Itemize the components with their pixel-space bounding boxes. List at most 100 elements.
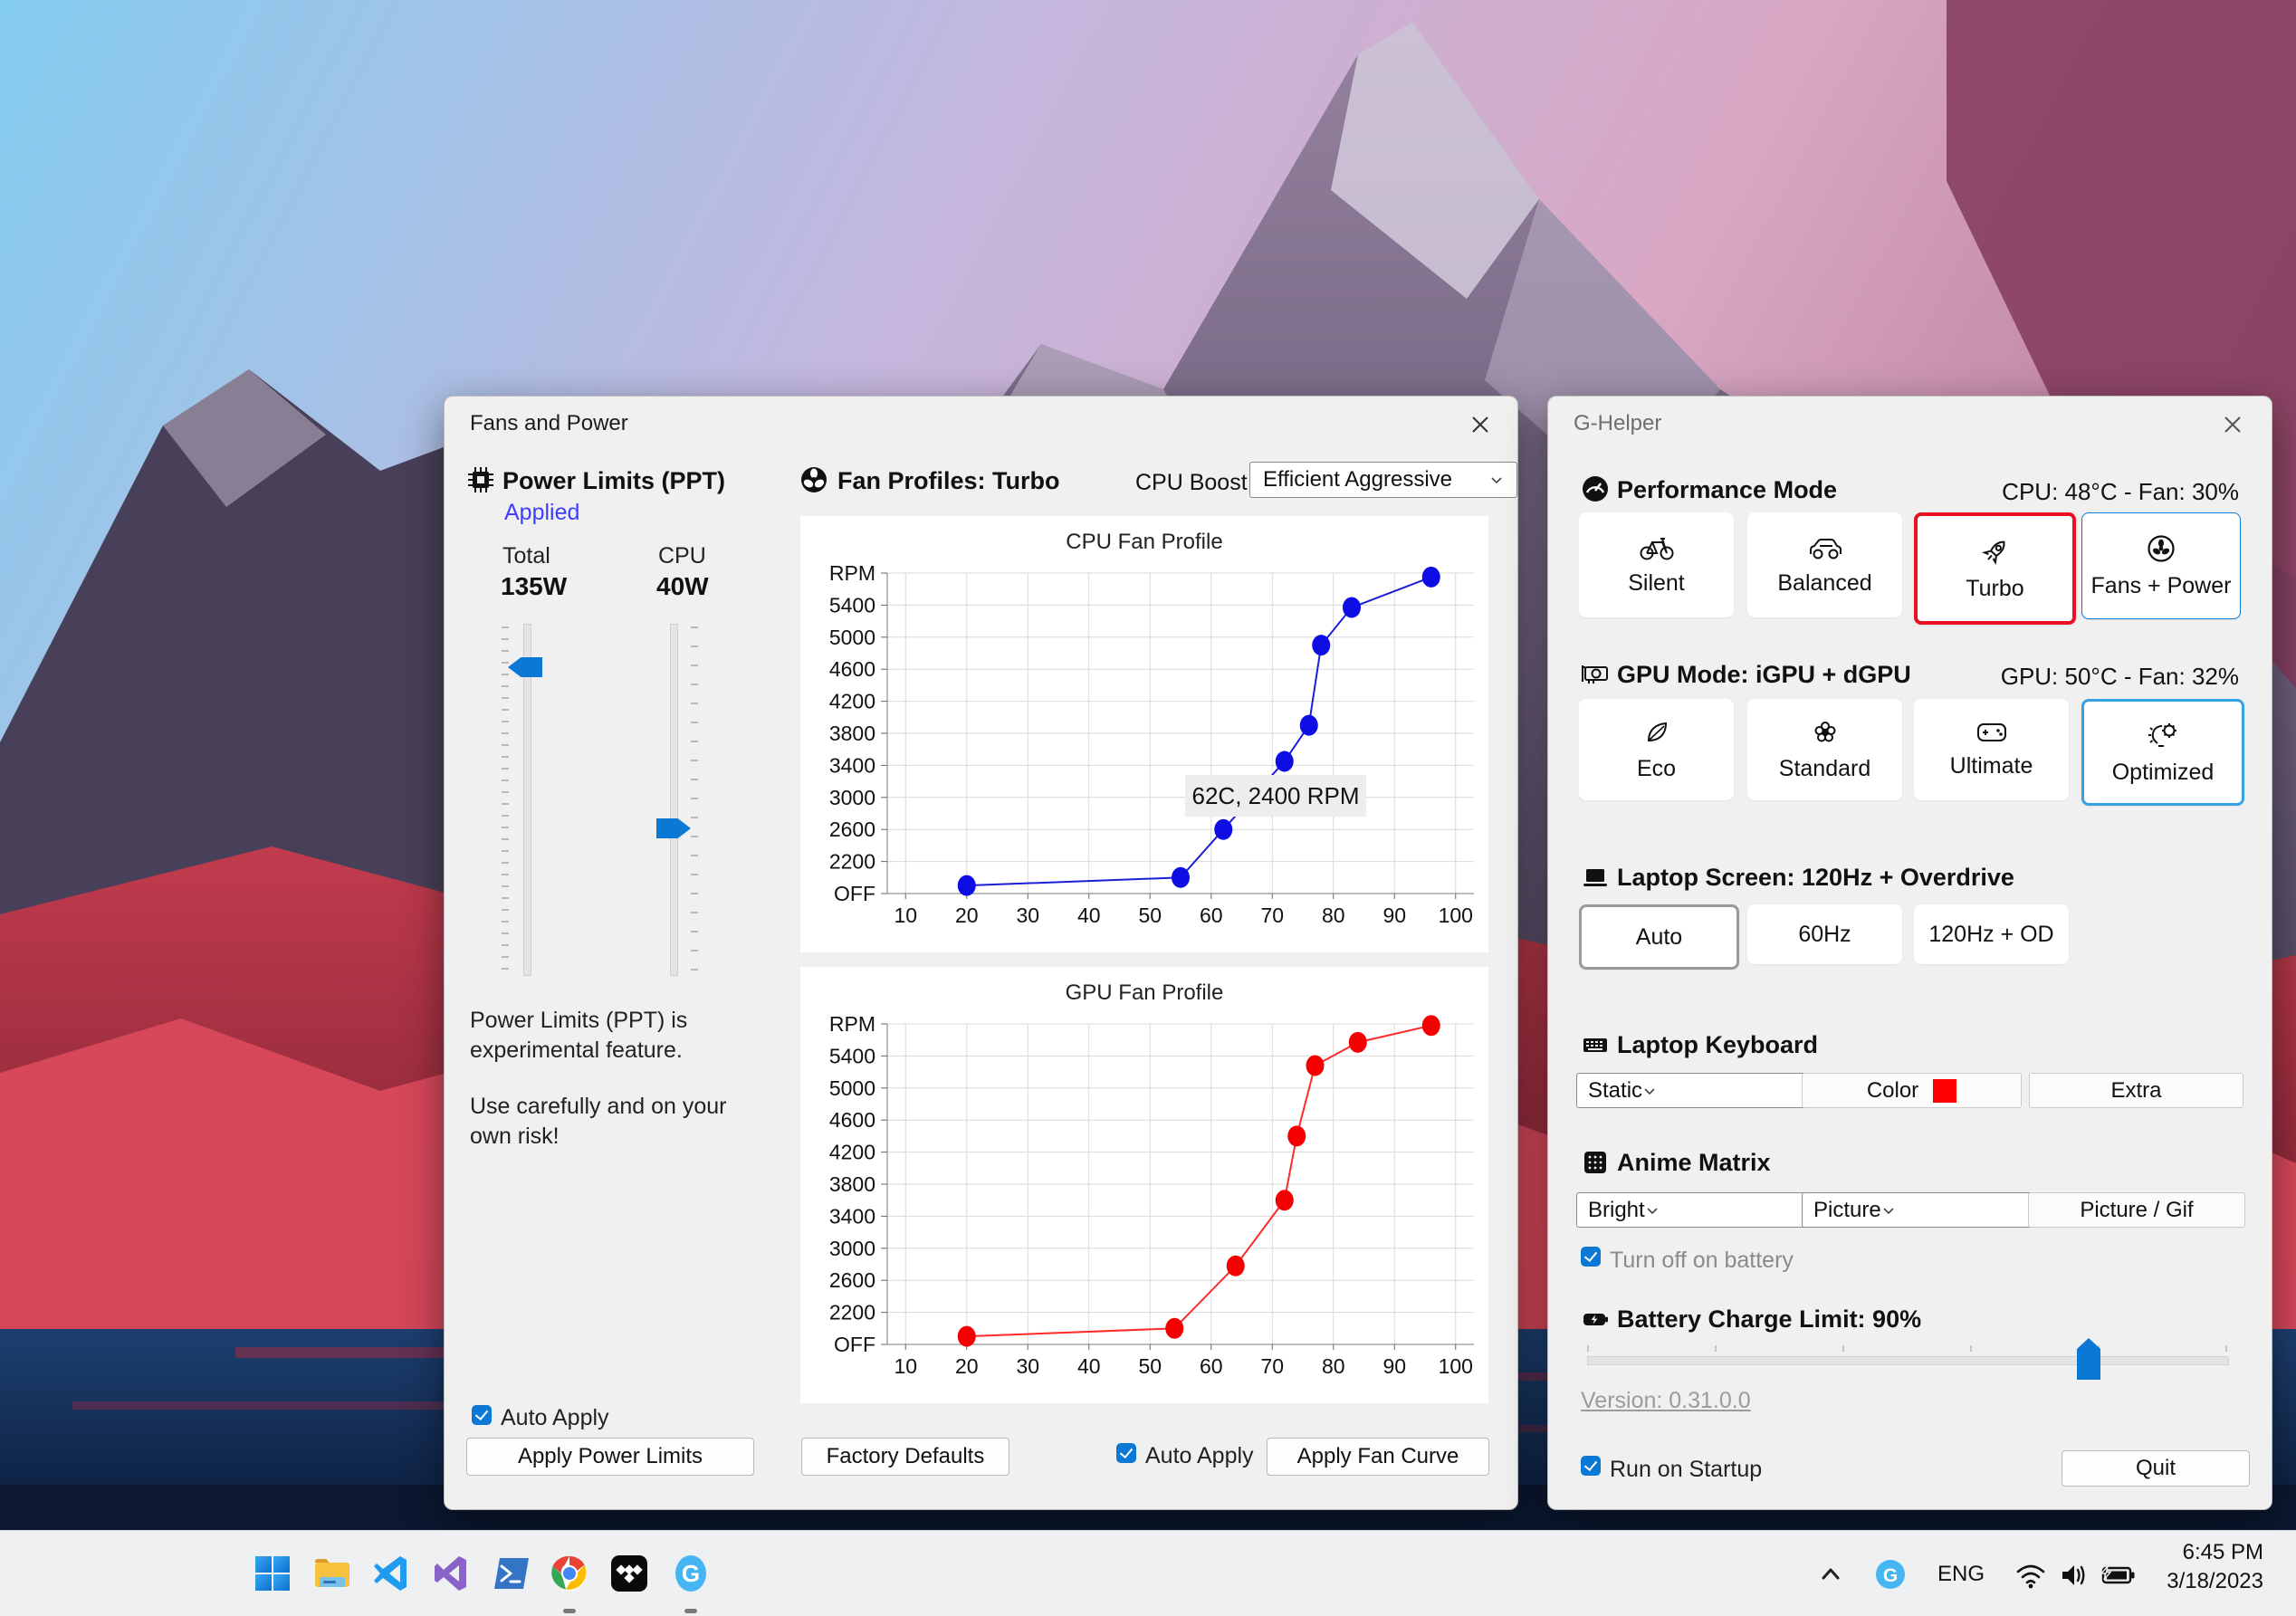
total-value: 135W: [501, 572, 568, 600]
vscode-icon[interactable]: [371, 1553, 413, 1594]
cpu-label: CPU: [658, 543, 706, 569]
run-on-startup-checkbox[interactable]: [1581, 1456, 1601, 1476]
keyboard-extra-button[interactable]: Extra: [2029, 1073, 2243, 1108]
anime-mode-select[interactable]: Picture: [1802, 1192, 2042, 1228]
svg-text:20: 20: [955, 1354, 979, 1378]
gpu-button-eco[interactable]: Eco: [1579, 699, 1734, 800]
gpu-fan-curve-chart[interactable]: GPU Fan Profile 10 20 30 40 50 60 70 80 90 100 OFF 2…: [800, 967, 1488, 1403]
screen-button-auto[interactable]: Auto: [1579, 904, 1739, 970]
bicycle-icon: [1640, 537, 1673, 559]
bulb-gear-icon: [2148, 722, 2176, 747]
visual-studio-icon[interactable]: [431, 1553, 473, 1594]
mode-button-label: Fans + Power: [2090, 572, 2232, 598]
gpu-button-label: Optimized: [2111, 759, 2215, 785]
keyboard-color-button[interactable]: Color: [1802, 1073, 2022, 1108]
svg-text:4200: 4200: [829, 690, 875, 713]
ghelper-taskbar-icon[interactable]: G: [670, 1553, 712, 1594]
battery-slider-ticks: [1587, 1345, 2229, 1352]
mode-button-fans-power[interactable]: Fans + Power: [2081, 512, 2241, 619]
car-icon: [1809, 538, 1842, 559]
chevron-down-icon: [1647, 1207, 1658, 1214]
version-link[interactable]: Version: 0.31.0.0: [1581, 1388, 1751, 1414]
quit-button[interactable]: Quit: [2062, 1450, 2250, 1487]
risk-warning: Use carefully and on your own risk!: [470, 1094, 727, 1149]
close-icon[interactable]: [1467, 411, 1494, 438]
desktop: Fans and Power Power Limits (PPT) Applie…: [0, 0, 2296, 1616]
file-explorer-icon[interactable]: [311, 1553, 353, 1594]
ghelper-tray-icon[interactable]: G: [1874, 1558, 1907, 1591]
cpu-chip-icon: [468, 467, 493, 492]
battery-slider-track[interactable]: [1587, 1356, 2229, 1365]
svg-text:60: 60: [1200, 904, 1223, 927]
mode-button-label: Balanced: [1777, 569, 1872, 596]
battery-charge-limit-header: Battery Charge Limit: 90%: [1617, 1305, 1922, 1333]
svg-text:90: 90: [1382, 904, 1406, 927]
close-icon[interactable]: [2219, 411, 2246, 438]
performance-gauge-icon: [1583, 476, 1608, 502]
cpu-boost-select[interactable]: Efficient Aggressive: [1249, 462, 1517, 498]
fan-profiles-header: Fan Profiles: Turbo: [837, 467, 1060, 494]
rocket-icon: [1981, 540, 2004, 565]
applied-status-link[interactable]: Applied: [504, 500, 579, 526]
mode-button-label: Silent: [1628, 569, 1685, 596]
gpu-button-label: Eco: [1636, 755, 1677, 781]
svg-text:G: G: [1883, 1565, 1898, 1586]
laptop-icon: [1583, 869, 1607, 886]
gpu-button-label: Ultimate: [1949, 752, 2033, 779]
battery-tray-icon[interactable]: [2099, 1558, 2137, 1592]
laptop-keyboard-header: Laptop Keyboard: [1617, 1031, 1819, 1058]
battery-slider-thumb[interactable]: [2077, 1338, 2100, 1380]
chrome-running-indicator: [563, 1609, 576, 1613]
mode-button-silent[interactable]: Silent: [1579, 512, 1734, 617]
keyboard-mode-select[interactable]: Static: [1576, 1073, 1815, 1108]
svg-text:70: 70: [1260, 904, 1284, 927]
svg-text:OFF: OFF: [834, 1333, 875, 1356]
apply-power-limits-button[interactable]: Apply Power Limits: [466, 1438, 754, 1476]
apply-fan-curve-button[interactable]: Apply Fan Curve: [1267, 1438, 1489, 1476]
total-slider-ticks: [502, 626, 509, 977]
screen-button-label: Auto: [1635, 923, 1683, 950]
anime-picture-gif-button[interactable]: Picture / Gif: [2028, 1192, 2245, 1228]
gpu-button-optimized[interactable]: Optimized: [2081, 699, 2244, 806]
keyboard-color-swatch: [1933, 1078, 1957, 1103]
auto-apply-checkbox[interactable]: [472, 1405, 492, 1425]
gpu-button-ultimate[interactable]: Ultimate: [1914, 699, 2069, 800]
laptop-screen-header: Laptop Screen: 120Hz + Overdrive: [1617, 864, 2014, 891]
cpu-fan-curve-chart[interactable]: CPU Fan Profile 10 20 30 40 50 60 70 80 90 100 OFF 2…: [800, 516, 1488, 952]
total-slider-thumb[interactable]: [508, 657, 542, 677]
cpu-slider-track[interactable]: [670, 624, 678, 976]
tray-language[interactable]: ENG: [1937, 1562, 1985, 1587]
anime-matrix-header: Anime Matrix: [1617, 1149, 1771, 1176]
turn-off-on-battery-checkbox[interactable]: [1581, 1247, 1601, 1267]
wifi-icon[interactable]: [2014, 1558, 2048, 1592]
start-button-icon[interactable]: [252, 1553, 293, 1594]
svg-text:OFF: OFF: [834, 882, 875, 905]
volume-icon[interactable]: [2057, 1558, 2091, 1592]
fan-circle-icon: [2148, 534, 2175, 562]
auto-apply-fan-checkbox[interactable]: [1116, 1443, 1136, 1463]
color-button-label: Color: [1866, 1077, 1919, 1103]
gpu-button-standard[interactable]: Standard: [1747, 699, 1902, 800]
screen-button-120hz-od[interactable]: 120Hz + OD: [1914, 904, 2069, 964]
tidal-icon[interactable]: [608, 1553, 650, 1594]
svg-text:RPM: RPM: [829, 1012, 875, 1036]
cpu-slider-thumb[interactable]: [656, 818, 691, 838]
tray-clock[interactable]: 6:45 PM 3/18/2023: [2167, 1538, 2263, 1596]
chrome-icon[interactable]: [549, 1553, 590, 1594]
powershell-icon[interactable]: [491, 1553, 532, 1594]
svg-text:30: 30: [1016, 904, 1039, 927]
svg-text:10: 10: [894, 1354, 917, 1378]
mode-button-turbo[interactable]: Turbo: [1914, 512, 2076, 625]
tray-chevron-up-icon[interactable]: [1816, 1560, 1845, 1589]
anime-brightness-select[interactable]: Bright: [1576, 1192, 1815, 1228]
anime-matrix-icon: [1584, 1152, 1606, 1173]
gpu-fan-chart-panel: GPU Fan Profile 10 20 30 40 50 60 70 80 90 100 OFF 2…: [800, 967, 1488, 1403]
factory-defaults-button[interactable]: Factory Defaults: [801, 1438, 1009, 1476]
auto-apply-label: Auto Apply: [501, 1405, 609, 1430]
keyboard-mode-value: Static: [1588, 1077, 1643, 1103]
svg-text:2600: 2600: [829, 1268, 875, 1292]
mode-button-balanced[interactable]: Balanced: [1747, 512, 1902, 617]
screen-button-60hz[interactable]: 60Hz: [1747, 904, 1902, 964]
svg-text:90: 90: [1382, 1354, 1406, 1378]
gpu-mode-header: GPU Mode: iGPU + dGPU: [1617, 661, 1911, 688]
